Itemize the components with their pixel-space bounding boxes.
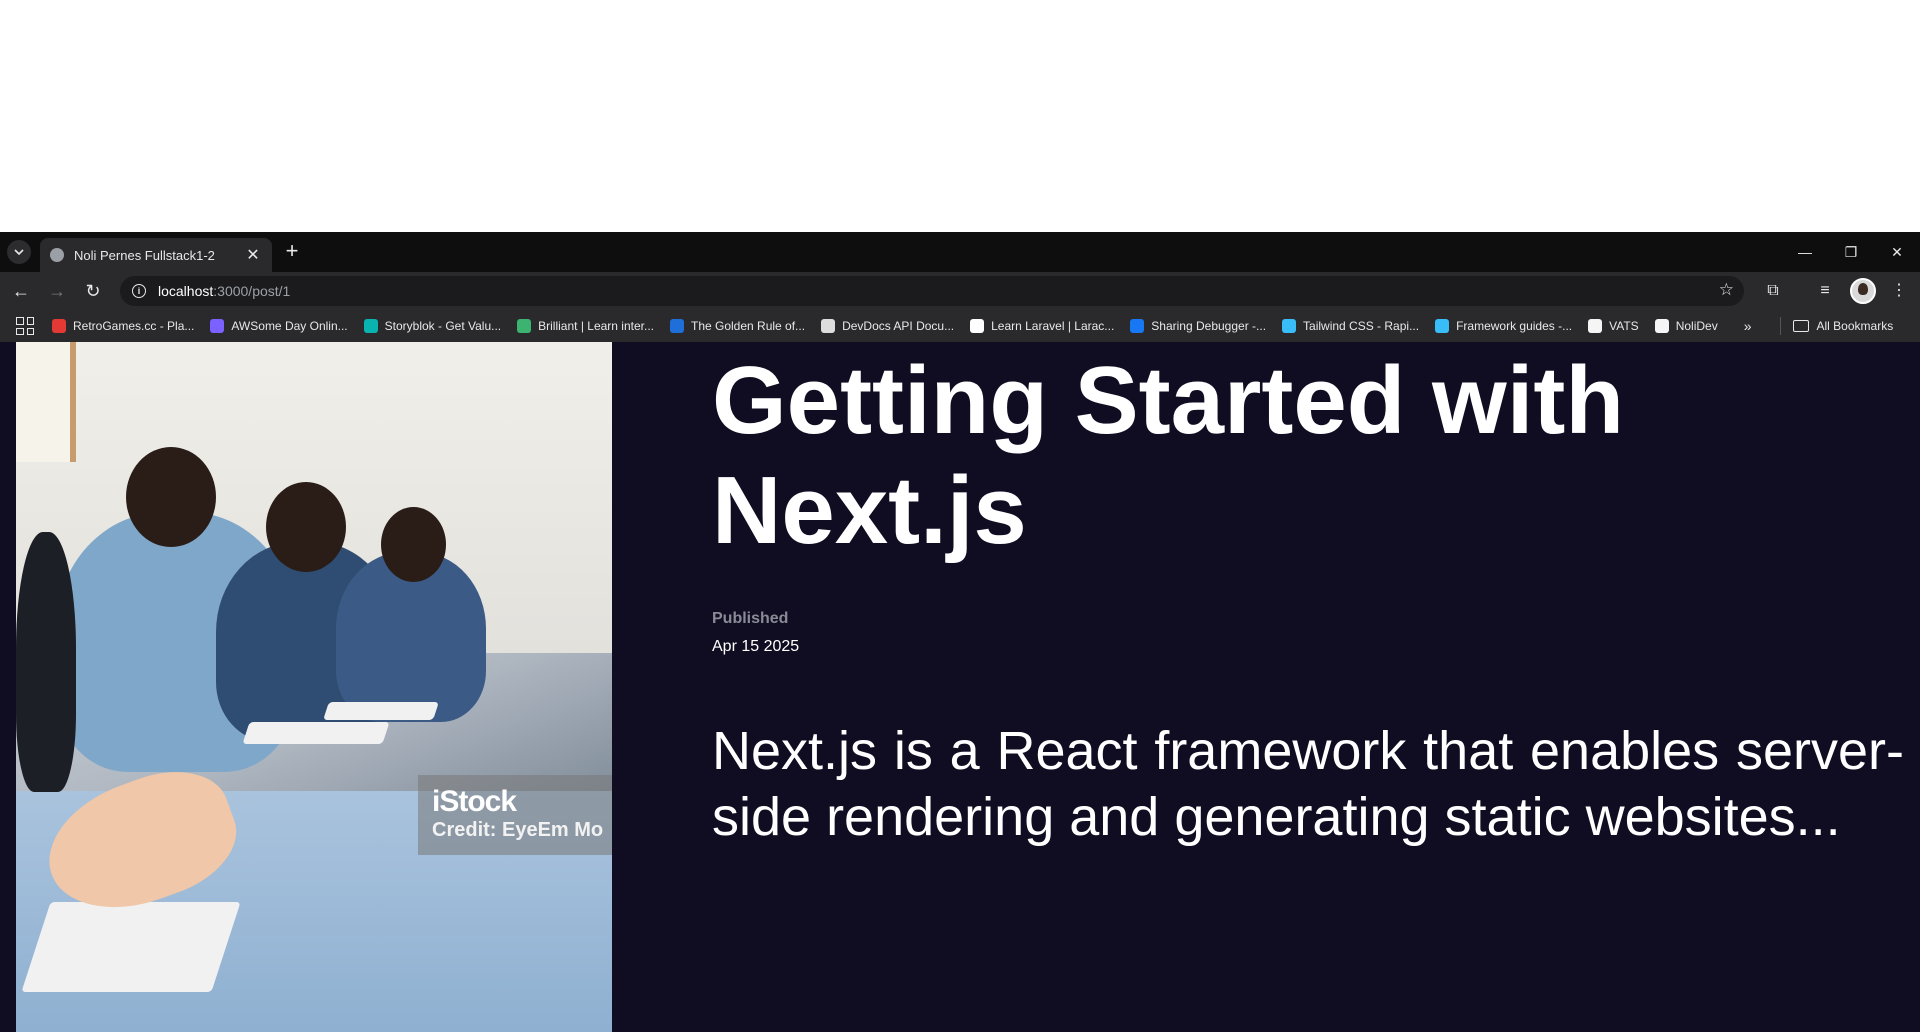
bookmark-favicon-icon: [970, 319, 985, 333]
bookmark-item[interactable]: Learn Laravel | Larac...: [970, 319, 1114, 333]
more-bookmarks-icon[interactable]: »: [1744, 318, 1752, 334]
bookmark-list: RetroGames.cc - Pla... AWSome Day Onlin..…: [52, 319, 1734, 333]
image-watermark: iStock Credit: EyeEm Mo: [418, 775, 612, 855]
tab-strip: Noli Pernes Fullstack1-2 ✕ + — ❐ ✕: [0, 232, 1920, 272]
bookmark-item[interactable]: RetroGames.cc - Pla...: [52, 319, 194, 333]
bookmark-favicon-icon: [1282, 319, 1297, 333]
bookmark-item[interactable]: NoliDev: [1654, 319, 1718, 333]
bookmark-item[interactable]: Sharing Debugger -...: [1130, 319, 1266, 333]
bookmark-favicon-icon: [1435, 319, 1450, 333]
bookmark-favicon-icon: [1654, 319, 1669, 333]
bookmark-item[interactable]: AWSome Day Onlin...: [210, 319, 348, 333]
published-date: Apr 15 2025: [712, 638, 800, 655]
bookmark-item[interactable]: Framework guides -...: [1435, 319, 1572, 333]
tab-title: Noli Pernes Fullstack1-2: [74, 247, 215, 263]
bookmark-label: Storyblok - Get Valu...: [384, 319, 502, 333]
post-hero-image: iStock Credit: EyeEm Mo: [16, 342, 612, 1032]
back-button[interactable]: ←: [10, 280, 32, 302]
apps-grid-icon[interactable]: [16, 317, 34, 335]
site-info-icon[interactable]: i: [132, 284, 146, 298]
bookmark-favicon-icon: [52, 319, 66, 333]
bookmark-label: VATS: [1609, 319, 1639, 333]
reload-button[interactable]: ↻: [82, 280, 104, 302]
minimize-button[interactable]: —: [1782, 232, 1828, 272]
bookmark-label: Learn Laravel | Larac...: [991, 319, 1115, 333]
forward-button[interactable]: →: [46, 280, 68, 302]
bookmark-label: Framework guides -...: [1456, 319, 1573, 333]
page-content: iStock Credit: EyeEm Mo Getting Started …: [0, 342, 1920, 1032]
bookmark-star-icon[interactable]: ☆: [1719, 280, 1734, 300]
bookmark-label: Tailwind CSS - Rapi...: [1303, 319, 1420, 333]
bookmark-item[interactable]: VATS: [1588, 319, 1639, 333]
post-title: Getting Started with Next.js: [712, 347, 1624, 564]
bookmark-label: NoliDev: [1675, 319, 1718, 333]
blank-area-above-browser: [0, 0, 1920, 232]
bookmark-label: AWSome Day Onlin...: [231, 319, 348, 333]
bookmark-favicon-icon: [363, 319, 378, 333]
restore-button[interactable]: ❐: [1828, 232, 1874, 272]
folder-icon: [1792, 320, 1809, 332]
bookmark-item[interactable]: Tailwind CSS - Rapi...: [1282, 319, 1419, 333]
bookmark-label: Sharing Debugger -...: [1151, 319, 1267, 333]
bookmark-label: RetroGames.cc - Pla...: [73, 319, 195, 333]
browser-window: Noli Pernes Fullstack1-2 ✕ + — ❐ ✕ ← → ↻…: [0, 232, 1920, 1032]
menu-icon[interactable]: ⋮: [1888, 280, 1910, 302]
bookmarks-bar: RetroGames.cc - Pla... AWSome Day Onlin..…: [0, 310, 1920, 342]
bookmark-item[interactable]: Storyblok - Get Valu...: [363, 319, 502, 333]
post-excerpt: Next.js is a React framework that enable…: [712, 721, 1904, 847]
close-tab-icon[interactable]: ✕: [244, 245, 262, 265]
close-window-button[interactable]: ✕: [1874, 232, 1920, 272]
watermark-credit: Credit: EyeEm Mo: [432, 819, 604, 841]
bookmark-favicon-icon: [1588, 319, 1603, 333]
profile-avatar[interactable]: [1850, 278, 1876, 304]
bookmark-label: The Golden Rule of...: [690, 319, 806, 333]
bookmark-item[interactable]: Brilliant | Learn inter...: [517, 319, 654, 333]
chevron-down-icon: [14, 249, 24, 256]
bookmark-favicon-icon: [517, 319, 532, 333]
bookmark-item[interactable]: DevDocs API Docu...: [821, 319, 954, 333]
tab-active[interactable]: Noli Pernes Fullstack1-2 ✕: [40, 238, 272, 272]
published-label: Published: [712, 610, 789, 627]
media-controls-icon[interactable]: ≡: [1814, 280, 1836, 302]
bookmark-favicon-icon: [821, 319, 836, 333]
toolbar: ← → ↻ i localhost :3000/post/1 ☆ ⧉ ≡ ⋮: [0, 272, 1920, 310]
tab-search-button[interactable]: [7, 240, 31, 264]
extensions-icon[interactable]: ⧉: [1762, 280, 1784, 302]
bookmark-favicon-icon: [1130, 319, 1145, 333]
bookmark-favicon-icon: [669, 319, 684, 333]
bookmark-favicon-icon: [210, 319, 225, 333]
watermark-brand: iStock: [432, 785, 517, 818]
url-host: localhost: [158, 283, 214, 299]
all-bookmarks-button[interactable]: All Bookmarks: [1792, 319, 1894, 333]
new-tab-button[interactable]: +: [280, 240, 304, 264]
all-bookmarks-label: All Bookmarks: [1816, 319, 1894, 333]
url-path: :3000/post/1: [213, 283, 291, 299]
bookmark-label: Brilliant | Learn inter...: [538, 319, 654, 333]
globe-icon: [50, 248, 64, 262]
bookmark-item[interactable]: The Golden Rule of...: [669, 319, 806, 333]
bookmark-label: DevDocs API Docu...: [842, 319, 955, 333]
address-bar[interactable]: i localhost :3000/post/1 ☆: [120, 276, 1744, 306]
bookmarks-separator: [1779, 317, 1781, 335]
